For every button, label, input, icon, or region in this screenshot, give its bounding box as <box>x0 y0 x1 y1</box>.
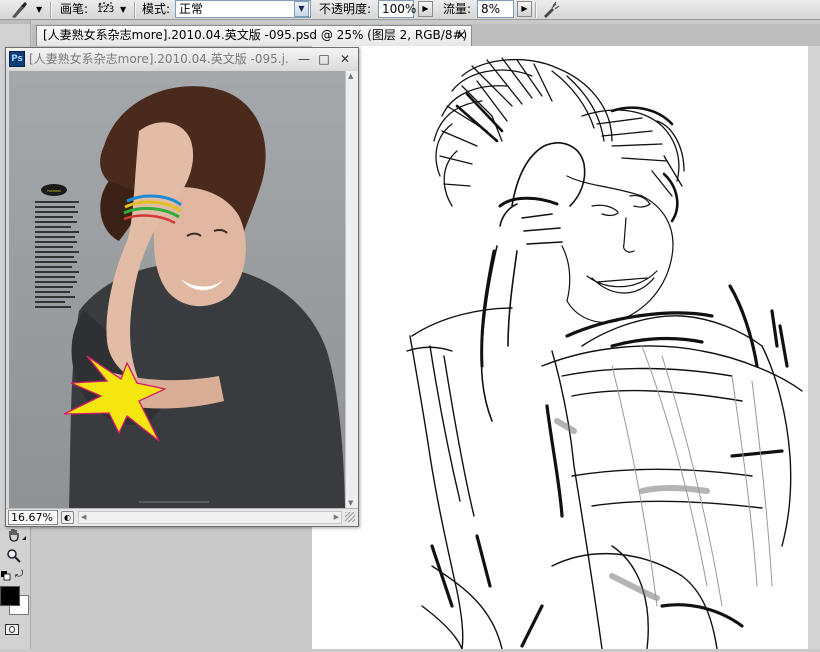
magazine-photo-artwork: FASHION <box>35 86 345 508</box>
brush-picker[interactable]: 123 <box>95 0 117 20</box>
brush-size-value: 123 <box>97 5 115 15</box>
mode-dropdown-button[interactable]: ▼ <box>294 1 309 17</box>
zoom-tool-icon[interactable] <box>6 548 22 564</box>
scroll-up-icon[interactable]: ▲ <box>348 72 353 80</box>
maximize-icon[interactable]: □ <box>316 50 332 68</box>
opacity-label: 不透明度: <box>319 2 372 16</box>
document-info-icon[interactable]: ◐ <box>61 511 74 524</box>
brush-picker-dropdown-icon[interactable]: ▼ <box>120 0 126 20</box>
separator <box>134 2 136 18</box>
hand-tool-icon[interactable] <box>6 527 22 543</box>
document-tab-title: [人妻熟女系杂志more].2010.04.英文版 -095.psd @ 25%… <box>43 28 468 42</box>
brush-preset-dropdown-icon[interactable]: ▼ <box>36 0 42 20</box>
flow-slider-button[interactable]: ▶ <box>517 1 532 17</box>
reference-window-titlebar[interactable]: Ps [人妻熟女系杂志more].2010.04.英文版 -095.j... —… <box>6 48 358 70</box>
separator <box>535 2 537 18</box>
close-tab-icon[interactable]: × <box>456 26 466 45</box>
scroll-right-icon[interactable]: ▶ <box>334 512 339 523</box>
options-bar: ▼ 画笔: 123 ▼ 模式: 正常 ▼ 不透明度: 100% ▶ 流量: 8%… <box>0 0 820 20</box>
reference-status-bar: 16.67% ◐ ◀ ▶ <box>6 508 358 526</box>
separator <box>50 2 52 18</box>
magazine-photo: FASHION <box>9 71 345 508</box>
flow-label: 流量: <box>443 2 472 16</box>
minimize-icon[interactable]: — <box>296 50 312 68</box>
tab-document[interactable]: [人妻熟女系杂志more].2010.04.英文版 -095.psd @ 25%… <box>36 25 472 46</box>
airbrush-icon[interactable] <box>541 0 563 20</box>
document-tab-bar: [人妻熟女系杂志more].2010.04.英文版 -095.psd @ 25%… <box>32 24 820 46</box>
default-colors-icon[interactable] <box>1 570 11 581</box>
close-icon[interactable]: ✕ <box>337 50 353 68</box>
reference-horizontal-scrollbar[interactable]: ◀ ▶ <box>78 511 342 524</box>
zoom-level-field[interactable]: 16.67% <box>8 510 58 525</box>
main-canvas[interactable] <box>312 46 808 650</box>
reference-vertical-scrollbar[interactable]: ▲ ▼ <box>345 71 358 508</box>
reference-window-title: [人妻熟女系杂志more].2010.04.英文版 -095.j... <box>29 52 289 66</box>
flow-input[interactable]: 8% <box>477 0 514 18</box>
brush-preset-icon[interactable] <box>8 0 30 20</box>
foreground-color-swatch[interactable] <box>0 586 20 606</box>
quick-mask-circle <box>9 626 15 633</box>
opacity-value: 100% <box>382 2 417 16</box>
mode-select[interactable]: 正常 <box>175 0 311 18</box>
opacity-input[interactable]: 100% <box>378 0 417 18</box>
mode-label: 模式: <box>142 2 171 16</box>
photoshop-app-icon: Ps <box>9 51 25 67</box>
reference-image-window[interactable]: Ps [人妻熟女系杂志more].2010.04.英文版 -095.j... —… <box>5 47 359 527</box>
mode-select-value: 正常 <box>179 2 204 16</box>
canvas-right-gutter <box>808 46 820 649</box>
scroll-down-icon[interactable]: ▼ <box>348 499 353 507</box>
swap-colors-icon[interactable]: ⤾ <box>15 570 23 580</box>
opacity-slider-button[interactable]: ▶ <box>418 1 433 17</box>
magazine-badge-graphic: FASHION <box>47 189 60 193</box>
resize-grip-icon[interactable] <box>345 512 355 522</box>
hand-tool-flyout-icon[interactable] <box>22 536 26 540</box>
sketch-artwork <box>406 57 803 650</box>
quick-mask-icon[interactable] <box>5 624 19 635</box>
brush-label: 画笔: <box>60 2 89 16</box>
tools-top-edge <box>0 20 30 24</box>
flow-value: 8% <box>481 2 501 16</box>
scroll-left-icon[interactable]: ◀ <box>81 512 86 523</box>
